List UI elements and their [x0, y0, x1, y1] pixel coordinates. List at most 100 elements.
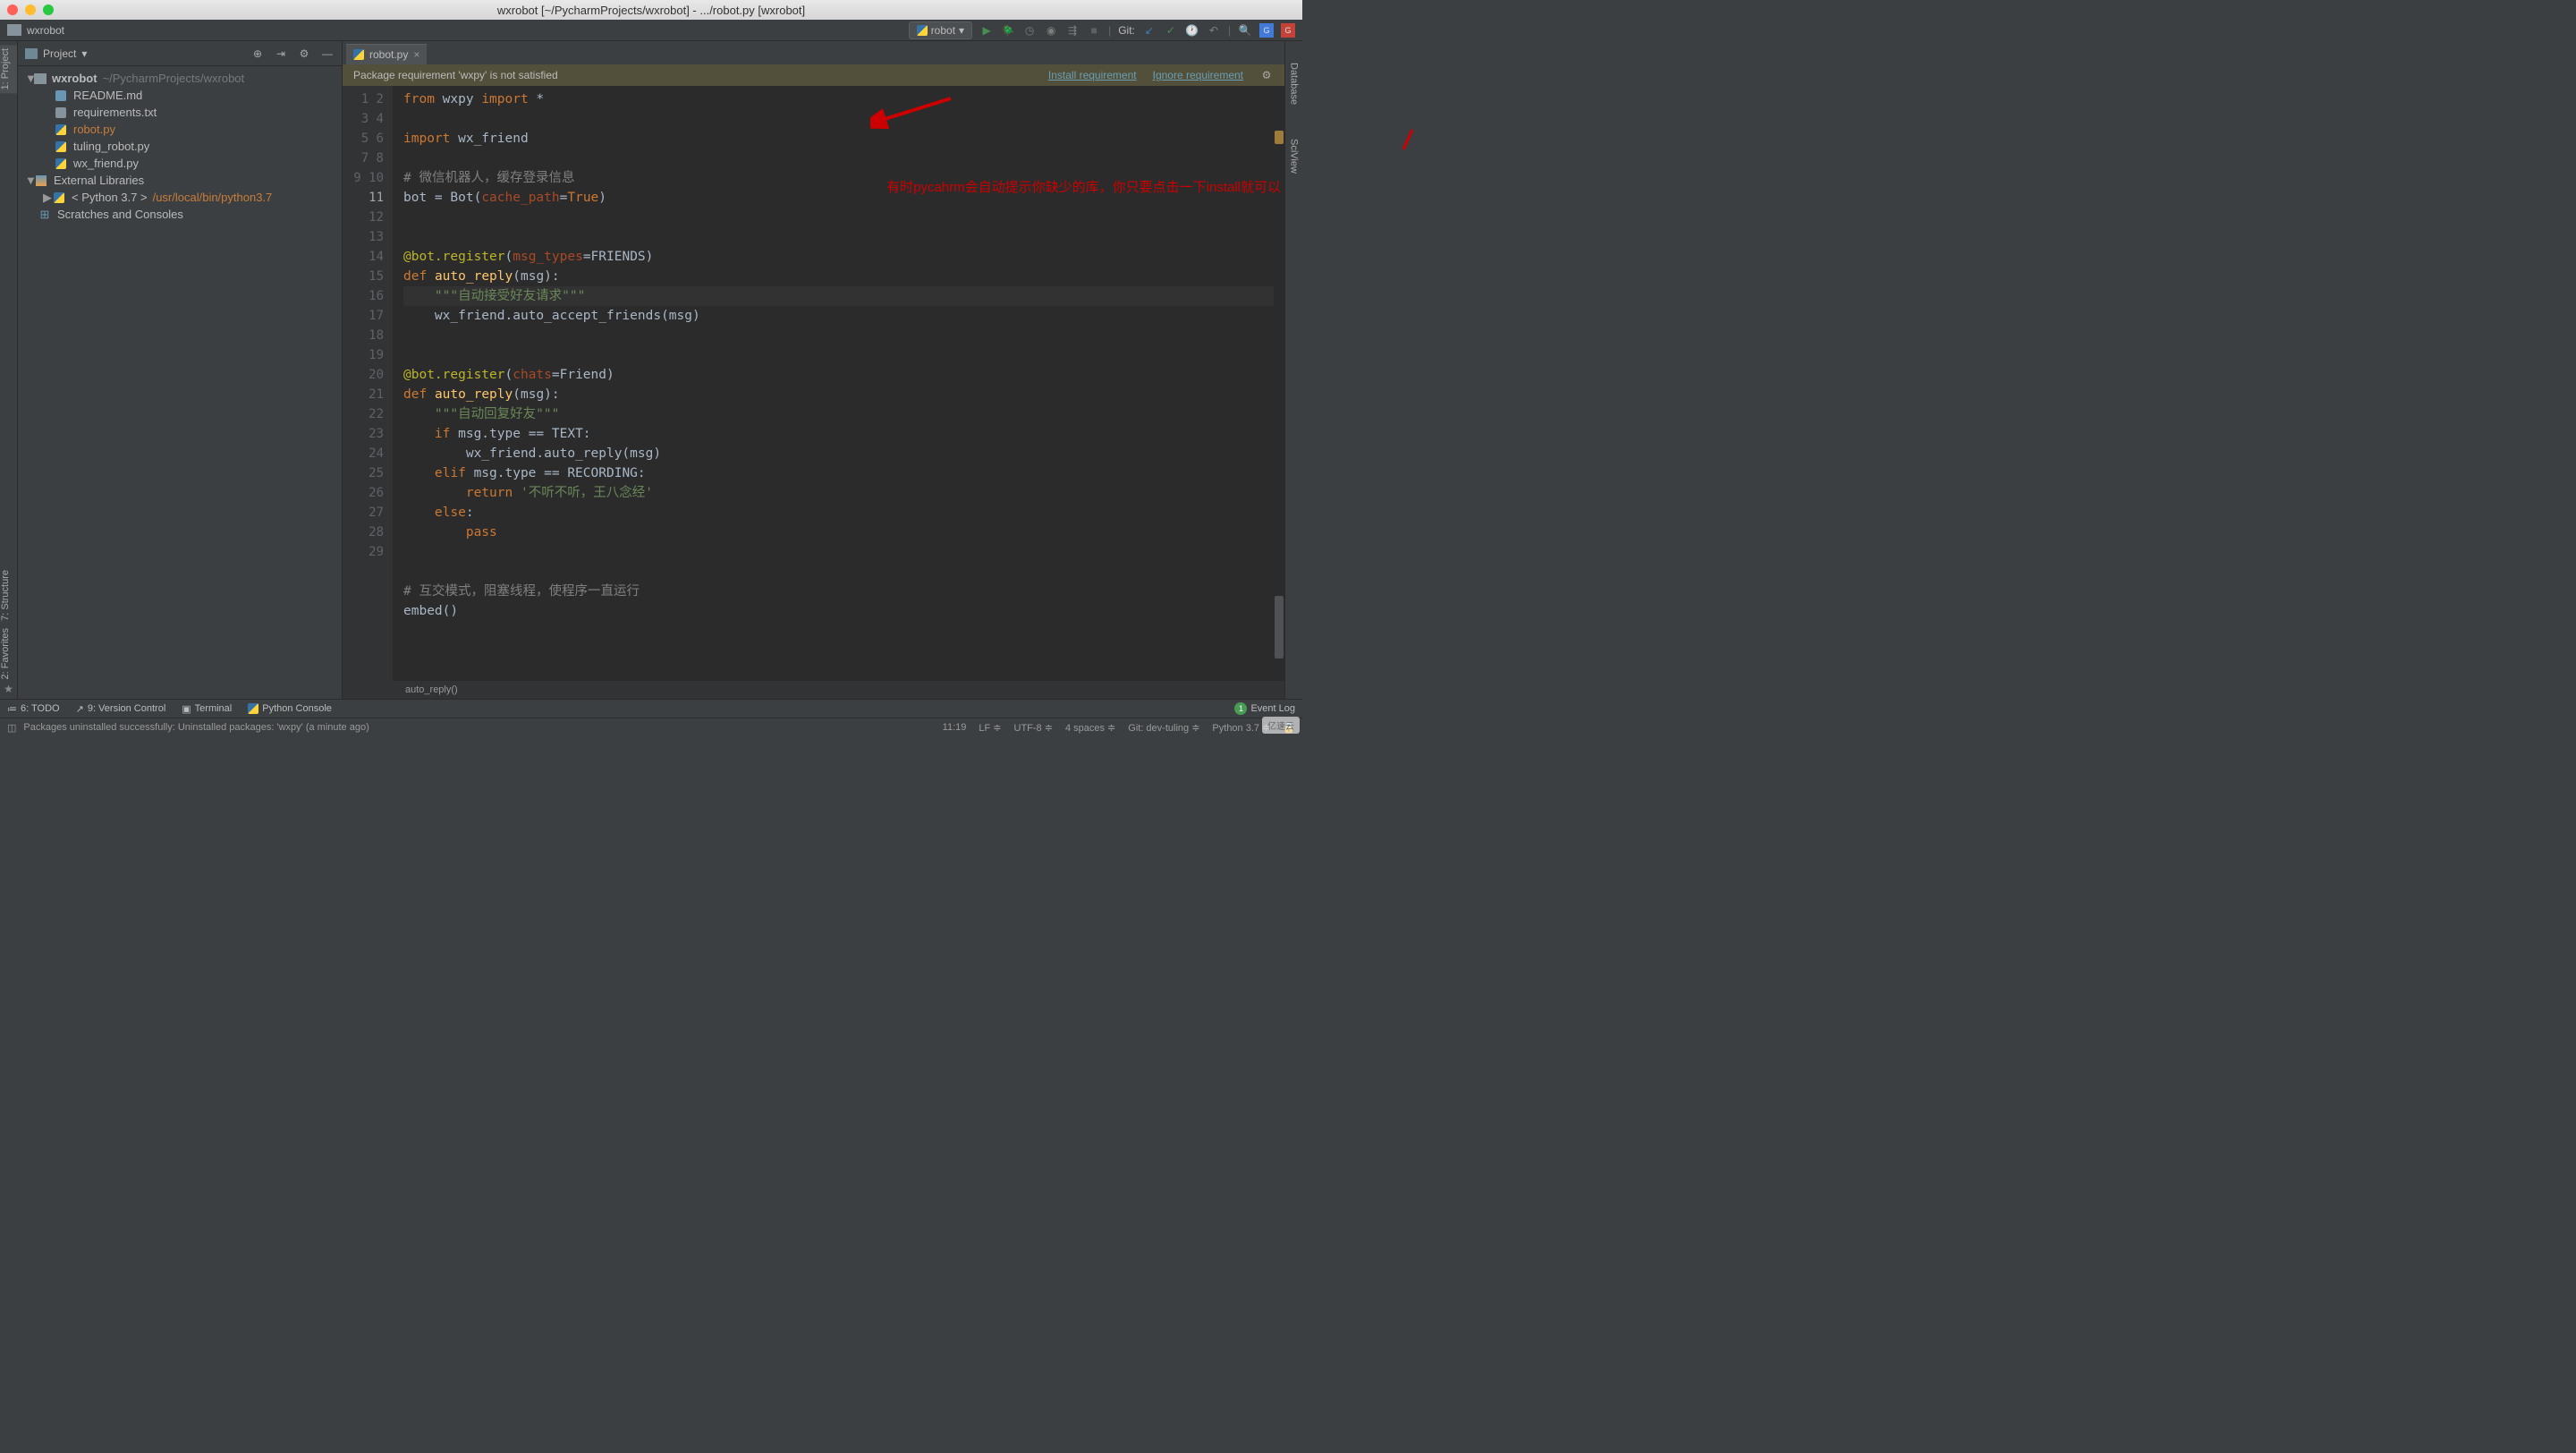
file-name: robot.py	[73, 123, 115, 136]
chevron-down-icon: ▾	[959, 24, 964, 37]
install-requirement-link[interactable]: Install requirement	[1048, 69, 1137, 81]
stop-button[interactable]: ■	[1087, 23, 1101, 38]
indent-setting[interactable]: 4 spaces ≑	[1065, 722, 1115, 734]
structure-tool-button[interactable]: 7: Structure	[0, 566, 17, 625]
concurrency-button[interactable]: ⇶	[1065, 23, 1080, 38]
zoom-window-button[interactable]	[43, 4, 54, 15]
status-message: Packages uninstalled successfully: Unins…	[23, 722, 369, 733]
run-button[interactable]: ▶	[979, 23, 994, 38]
library-icon	[36, 175, 47, 186]
python-icon	[55, 124, 66, 135]
markdown-icon	[55, 90, 66, 101]
event-badge: 1	[1234, 702, 1247, 715]
database-tool-button[interactable]: Database	[1289, 59, 1300, 108]
cursor-position[interactable]: 11:19	[943, 722, 967, 733]
text-icon	[55, 107, 66, 118]
editor-tab-robot[interactable]: robot.py ×	[346, 44, 427, 64]
tree-file-tuling[interactable]: tuling_robot.py	[18, 138, 342, 155]
search-everywhere-button[interactable]: 🔍	[1238, 23, 1252, 38]
project-view-icon	[25, 48, 38, 59]
git-branch[interactable]: Git: dev-tuling ≑	[1128, 722, 1199, 734]
tree-file-readme[interactable]: README.md	[18, 87, 342, 104]
hide-panel-icon[interactable]: —	[320, 47, 335, 61]
tree-python-env[interactable]: ▶ < Python 3.7 > /usr/local/bin/python3.…	[18, 189, 342, 206]
project-panel-title[interactable]: Project	[43, 47, 76, 60]
todo-tool-button[interactable]: ≔ 6: TODO	[7, 703, 60, 715]
python-console-tool-button[interactable]: Python Console	[248, 703, 332, 714]
ext-icon-2[interactable]: G	[1281, 23, 1295, 38]
run-coverage-button[interactable]: ◷	[1022, 23, 1037, 38]
settings-gear-icon[interactable]: ⚙	[297, 47, 311, 61]
external-libs-label: External Libraries	[54, 174, 144, 187]
close-tab-icon[interactable]: ×	[413, 48, 419, 61]
git-update-button[interactable]: ↙	[1142, 23, 1157, 38]
breadcrumb-project[interactable]: wxrobot	[27, 24, 64, 37]
code-content[interactable]: from wxpy import * import wx_friend # 微信…	[393, 86, 1284, 681]
ignore-requirement-link[interactable]: Ignore requirement	[1153, 69, 1243, 81]
navigation-bar: wxrobot robot ▾ ▶ 🪲 ◷ ◉ ⇶ ■ | Git: ↙ ✓ 🕐…	[0, 20, 1302, 41]
status-bar: ◫ Packages uninstalled successfully: Uni…	[0, 718, 1302, 736]
python-icon	[55, 141, 66, 152]
terminal-tool-button[interactable]: ▣ Terminal	[182, 703, 232, 715]
line-number-gutter[interactable]: 1 2 3 4 5 6 7 8 9 10 11 12 13 14 15 16 1…	[343, 86, 393, 681]
watermark: 亿速云	[1262, 717, 1300, 734]
status-tool-windows-icon[interactable]: ◫	[7, 722, 16, 734]
git-label: Git:	[1118, 24, 1135, 37]
file-encoding[interactable]: UTF-8 ≑	[1014, 722, 1053, 734]
traffic-lights	[7, 4, 54, 15]
tool-window-bar: ≔ 6: TODO ↗ 9: Version Control ▣ Termina…	[0, 699, 1302, 718]
tree-scratches[interactable]: ⊞ Scratches and Consoles	[18, 206, 342, 223]
python-icon	[54, 192, 64, 203]
git-revert-button[interactable]: ↶	[1207, 23, 1221, 38]
annotation-arrow-2	[1396, 127, 1423, 154]
file-name: tuling_robot.py	[73, 140, 149, 153]
python-icon	[55, 158, 66, 169]
ext-icon-1[interactable]: G	[1259, 23, 1274, 38]
minimize-window-button[interactable]	[25, 4, 36, 15]
tree-root[interactable]: ▼ wxrobot ~/PycharmProjects/wxrobot	[18, 70, 342, 87]
line-separator[interactable]: LF ≑	[979, 722, 1001, 734]
locate-icon[interactable]: ⊕	[250, 47, 265, 61]
file-name: requirements.txt	[73, 106, 157, 119]
project-tool-button[interactable]: 1: Project	[0, 45, 17, 93]
git-commit-button[interactable]: ✓	[1164, 23, 1178, 38]
editor-scrollbar[interactable]	[1274, 131, 1284, 663]
file-name: wx_friend.py	[73, 157, 139, 170]
tree-file-requirements[interactable]: requirements.txt	[18, 104, 342, 121]
vcs-tool-button[interactable]: ↗ 9: Version Control	[76, 703, 166, 715]
python-env-label: < Python 3.7 >	[72, 191, 148, 204]
tree-root-name: wxrobot	[52, 72, 97, 85]
tree-file-wxfriend[interactable]: wx_friend.py	[18, 155, 342, 172]
notification-settings-icon[interactable]: ⚙	[1259, 68, 1274, 82]
scroll-thumb[interactable]	[1275, 596, 1284, 659]
git-history-button[interactable]: 🕐	[1185, 23, 1199, 38]
close-window-button[interactable]	[7, 4, 18, 15]
editor: robot.py × Package requirement 'wxpy' is…	[343, 41, 1284, 699]
annotation-text: 有时pycahrm会自动提示你缺少的库，你只要点击一下install就可以	[886, 177, 1281, 196]
notification-message: Package requirement 'wxpy' is not satisf…	[353, 69, 558, 81]
file-name: README.md	[73, 89, 142, 102]
scratches-icon: ⊞	[38, 208, 52, 221]
sciview-tool-button[interactable]: SciView	[1289, 135, 1300, 177]
favorites-tool-button[interactable]: 2: Favorites	[0, 625, 17, 683]
tree-external-libraries[interactable]: ▼ External Libraries	[18, 172, 342, 189]
tree-file-robot[interactable]: robot.py	[18, 121, 342, 138]
scroll-warning-marker[interactable]	[1275, 131, 1284, 144]
folder-icon	[34, 73, 47, 84]
event-log-button[interactable]: 1 Event Log	[1234, 702, 1295, 715]
code-area[interactable]: 1 2 3 4 5 6 7 8 9 10 11 12 13 14 15 16 1…	[343, 86, 1284, 681]
right-gutter: Database SciView	[1284, 41, 1302, 699]
chevron-down-icon[interactable]: ▾	[81, 47, 87, 60]
project-panel: Project ▾ ⊕ ⇥ ⚙ — ▼ wxrobot ~/PycharmPro…	[18, 41, 343, 699]
package-requirement-notification: Package requirement 'wxpy' is not satisf…	[343, 64, 1284, 86]
star-icon: ★	[0, 683, 17, 699]
titlebar: wxrobot [~/PycharmProjects/wxrobot] - ..…	[0, 0, 1302, 20]
run-configuration-selector[interactable]: robot ▾	[909, 21, 972, 39]
debug-button[interactable]: 🪲	[1001, 23, 1015, 38]
python-icon	[248, 703, 258, 714]
scratches-label: Scratches and Consoles	[57, 208, 183, 221]
profile-button[interactable]: ◉	[1044, 23, 1058, 38]
editor-breadcrumb[interactable]: auto_reply()	[343, 681, 1284, 699]
collapse-all-icon[interactable]: ⇥	[274, 47, 288, 61]
folder-icon	[7, 24, 21, 36]
